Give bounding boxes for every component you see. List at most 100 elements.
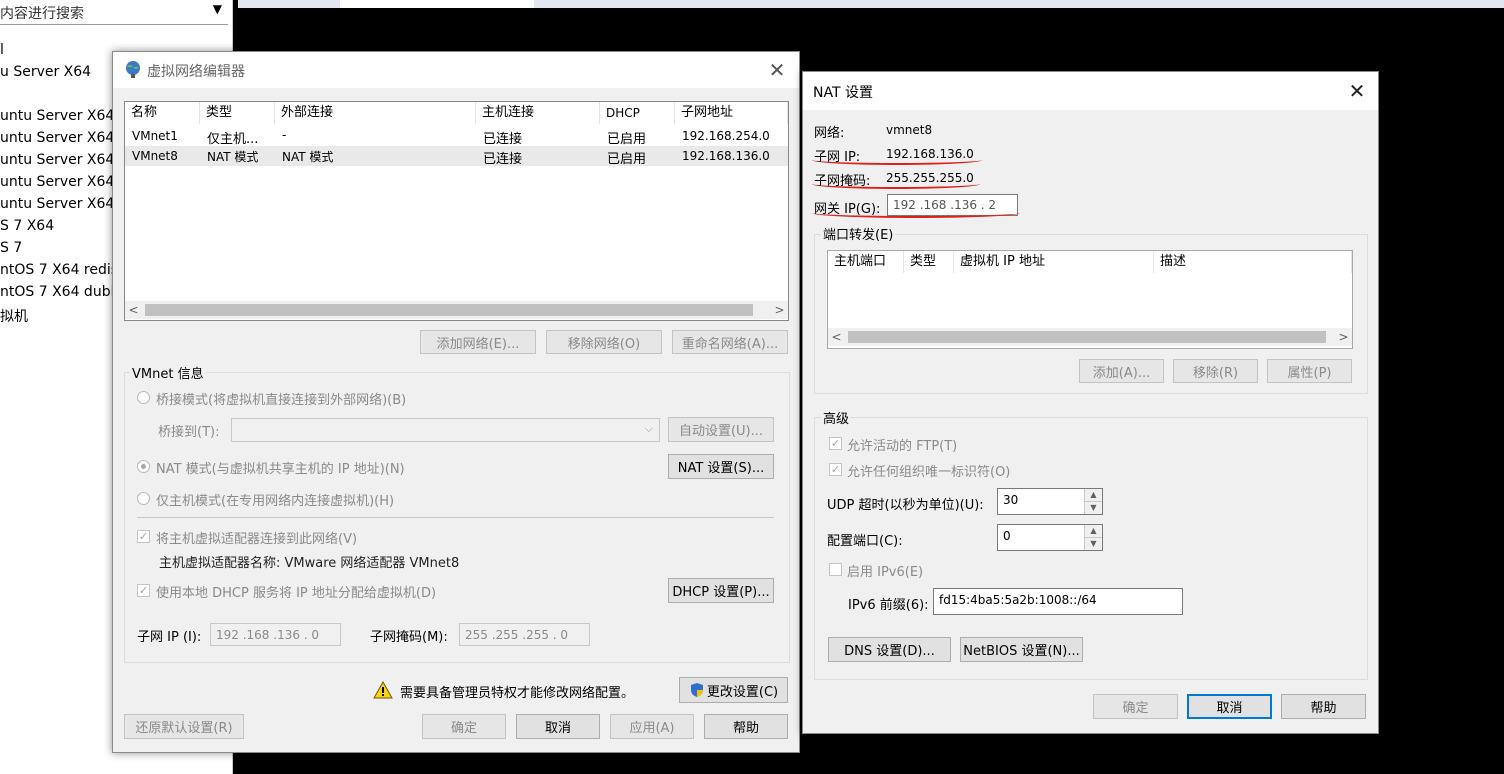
library-item[interactable]: untu Server X64	[0, 174, 114, 190]
library-search-box[interactable]: 内容进行搜索 ▼	[0, 0, 228, 25]
udp-timeout-label: UDP 超时(以秒为单位)(U):	[827, 498, 984, 513]
column-header[interactable]: 类型	[200, 102, 275, 124]
config-port-stepper[interactable]: ▲ ▼	[1084, 525, 1102, 550]
library-item[interactable]: ntOS 7 X64 redis	[0, 262, 118, 278]
chevron-down-icon[interactable]: ▼	[1085, 502, 1102, 514]
cell-name: VMnet8	[132, 149, 178, 163]
enable-ipv6-checkbox[interactable]	[829, 563, 842, 576]
subnet-mask-field[interactable]: 255 .255 .255 . 0	[459, 623, 590, 646]
port-forwarding-table[interactable]: 主机端口 类型 虚拟机 IP 地址 描述 < >	[827, 250, 1353, 349]
apply-button[interactable]: 应用(A)	[610, 714, 694, 739]
udp-timeout-stepper[interactable]: ▲ ▼	[1084, 489, 1102, 514]
nat-settings-button[interactable]: NAT 设置(S)...	[668, 454, 774, 479]
nat-settings-dialog: NAT 设置 ✕ 网络: vmnet8 子网 IP: 192.168.136.0…	[802, 71, 1379, 734]
horizontal-scrollbar[interactable]: < >	[125, 301, 788, 319]
network-globe-icon	[126, 61, 140, 78]
column-header[interactable]: 子网地址	[675, 102, 788, 124]
close-icon[interactable]: ✕	[1347, 81, 1367, 101]
cell-type: NAT 模式	[207, 150, 259, 164]
allow-oui-checkbox[interactable]: ✓	[829, 463, 842, 476]
library-item[interactable]: S 7	[0, 240, 22, 256]
cancel-button[interactable]: 取消	[1187, 694, 1272, 719]
column-header[interactable]: DHCP	[600, 102, 675, 124]
column-header[interactable]: 名称	[125, 102, 200, 124]
scrollbar-thumb[interactable]	[848, 331, 1326, 343]
admin-warning-text: 需要具备管理员特权才能修改网络配置。	[400, 686, 635, 701]
red-underline-annotation	[812, 179, 980, 189]
auto-settings-button[interactable]: 自动设置(U)...	[668, 417, 774, 442]
scroll-left-icon[interactable]: <	[125, 301, 142, 319]
chevron-up-icon[interactable]: ▲	[1085, 525, 1102, 538]
column-header[interactable]: 外部连接	[275, 102, 476, 124]
library-item[interactable]: l	[0, 42, 4, 58]
udp-timeout-value: 30	[1003, 493, 1019, 507]
connect-adapter-checkbox[interactable]: ✓	[137, 530, 150, 543]
add-network-button[interactable]: 添加网络(E)...	[420, 330, 536, 354]
table-row-selected[interactable]: VMnet8 NAT 模式 NAT 模式 已连接 已启用 192.168.136…	[125, 146, 788, 167]
host-only-radio[interactable]	[137, 492, 150, 505]
scrollbar-thumb[interactable]	[145, 304, 753, 316]
tab-home[interactable]	[340, 0, 534, 8]
table-row[interactable]: VMnet1 仅主机... - 已连接 已启用 192.168.254.0	[125, 126, 788, 147]
use-dhcp-checkbox[interactable]: ✓	[137, 584, 150, 597]
help-button[interactable]: 帮助	[1281, 694, 1366, 719]
add-port-button[interactable]: 添加(A)...	[1079, 359, 1164, 383]
netbios-settings-button[interactable]: NetBIOS 设置(N)...	[960, 637, 1083, 662]
restore-defaults-button[interactable]: 还原默认设置(R)	[124, 714, 244, 739]
network-label: 网络:	[814, 126, 845, 141]
bridged-to-select[interactable]: ⌵	[231, 418, 660, 442]
help-button[interactable]: 帮助	[704, 714, 788, 739]
ipv6-prefix-label: IPv6 前缀(6):	[848, 598, 929, 613]
warning-icon	[373, 681, 393, 699]
library-item[interactable]: untu Server X64	[0, 108, 114, 124]
cell-external: NAT 模式	[282, 150, 334, 164]
subnet-mask-label: 子网掩码(M):	[370, 630, 448, 645]
use-dhcp-label: 使用本地 DHCP 服务将 IP 地址分配给虚拟机(D)	[156, 586, 437, 601]
cell-dhcp: 已启用	[607, 152, 647, 167]
column-header[interactable]: 描述	[1154, 251, 1352, 273]
library-item[interactable]: untu Server X64	[0, 196, 114, 212]
port-properties-button[interactable]: 属性(P)	[1267, 359, 1352, 383]
vne-titlebar: 虚拟网络编辑器 ✕	[113, 52, 799, 88]
cell-external: -	[282, 128, 287, 142]
scroll-right-icon[interactable]: >	[1335, 328, 1352, 346]
column-header[interactable]: 类型	[904, 251, 954, 273]
change-settings-button[interactable]: 更改设置(C)	[679, 677, 788, 703]
bridged-mode-radio[interactable]	[137, 391, 150, 404]
chevron-down-icon[interactable]: ▼	[213, 2, 222, 16]
nat-mode-label: NAT 模式(与虚拟机共享主机的 IP 地址)(N)	[156, 462, 405, 477]
dns-settings-button[interactable]: DNS 设置(D)...	[828, 637, 951, 662]
cell-name: VMnet1	[132, 129, 178, 143]
remove-network-button[interactable]: 移除网络(O)	[546, 330, 662, 354]
subnet-ip-field[interactable]: 192 .168 .136 . 0	[210, 623, 341, 646]
column-header[interactable]: 主机连接	[476, 102, 600, 124]
chevron-down-icon[interactable]: ▼	[1085, 538, 1102, 550]
cancel-button[interactable]: 取消	[516, 714, 600, 739]
scroll-right-icon[interactable]: >	[771, 301, 788, 319]
udp-timeout-field[interactable]: 30 ▲ ▼	[997, 488, 1103, 515]
column-header[interactable]: 虚拟机 IP 地址	[954, 251, 1154, 273]
scroll-left-icon[interactable]: <	[828, 328, 845, 346]
library-item[interactable]: 拟机	[0, 306, 28, 326]
ok-button[interactable]: 确定	[1093, 694, 1178, 719]
chevron-up-icon[interactable]: ▲	[1085, 489, 1102, 502]
column-header[interactable]: 主机端口	[828, 251, 904, 273]
library-item[interactable]: u Server X64	[0, 64, 91, 80]
allow-ftp-checkbox[interactable]: ✓	[829, 437, 842, 450]
library-item[interactable]: S 7 X64	[0, 218, 54, 234]
library-item[interactable]: ntOS 7 X64 dubb	[0, 284, 119, 300]
library-item[interactable]: untu Server X64	[0, 130, 114, 146]
nat-mode-radio[interactable]	[137, 460, 150, 473]
virtual-network-editor-dialog: 虚拟网络编辑器 ✕ 名称 类型 外部连接 主机连接 DHCP 子网地址 VMne…	[112, 51, 800, 753]
network-table[interactable]: 名称 类型 外部连接 主机连接 DHCP 子网地址 VMnet1 仅主机... …	[124, 101, 789, 321]
cell-host: 已连接	[483, 132, 523, 147]
remove-port-button[interactable]: 移除(R)	[1173, 359, 1258, 383]
close-icon[interactable]: ✕	[767, 60, 787, 80]
horizontal-scrollbar[interactable]: < >	[828, 328, 1352, 346]
config-port-field[interactable]: 0 ▲ ▼	[997, 524, 1103, 551]
ok-button[interactable]: 确定	[422, 714, 506, 739]
ipv6-prefix-field[interactable]: fd15:4ba5:5a2b:1008::/64	[933, 588, 1183, 615]
library-item[interactable]: untu Server X64	[0, 152, 114, 168]
rename-network-button[interactable]: 重命名网络(A)...	[672, 330, 788, 354]
dhcp-settings-button[interactable]: DHCP 设置(P)...	[668, 578, 774, 603]
